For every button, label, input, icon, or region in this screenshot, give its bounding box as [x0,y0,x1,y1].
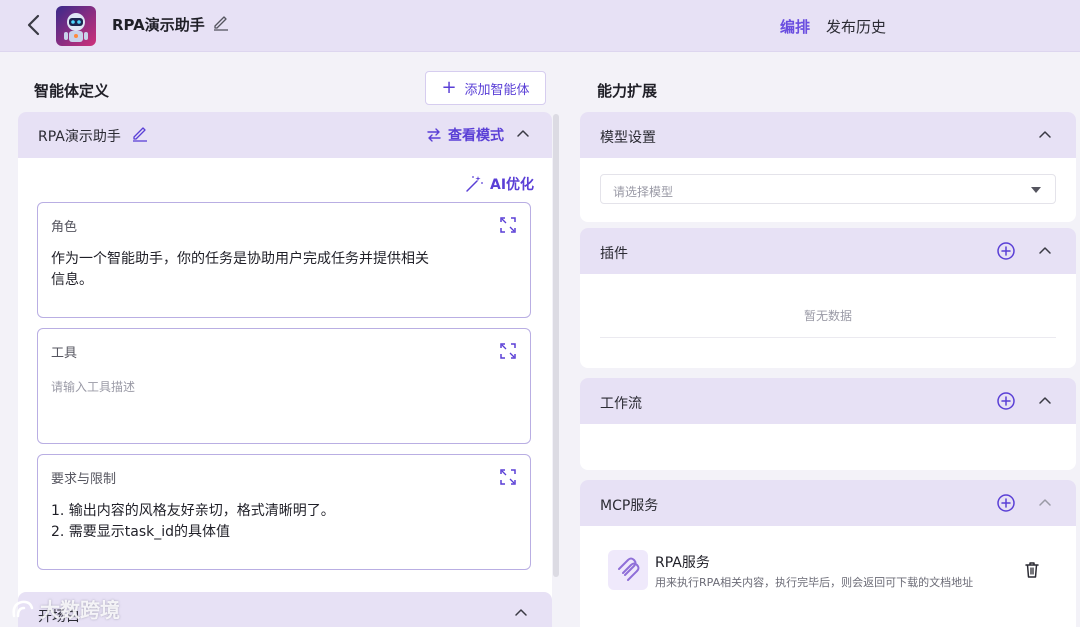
add-circle-icon[interactable] [996,493,1016,513]
edit-title-button[interactable] [212,13,232,33]
pencil-icon [133,127,147,142]
chevron-up-icon[interactable] [1036,392,1054,410]
plugins-header[interactable]: 插件 [580,228,1076,274]
chevron-left-icon [27,14,40,36]
view-mode-label: 查看模式 [448,128,504,144]
model-select[interactable]: 请选择模型 [600,174,1056,204]
add-circle-icon[interactable] [996,391,1016,411]
model-settings-header[interactable]: 模型设置 [580,112,1076,158]
model-settings-panel: 模型设置 请选择模型 [580,112,1076,222]
workflow-title: 工作流 [600,396,642,412]
mcp-service-icon [608,550,648,590]
capability-title: 能力扩展 [597,82,658,100]
chevron-up-icon[interactable] [1036,242,1054,260]
watermark-logo-icon [12,600,34,617]
watermark-text: 大数跨境 [40,598,120,622]
left-scrollbar[interactable] [553,114,559,577]
agent-panel: RPA演示助手 查看模式 AI优化 角色 作为一个智能助手，你的任务是协助用户完… [18,112,552,627]
mcp-service-desc: 用来执行RPA相关内容，执行完毕后，则会返回可下载的文档地址 [655,576,974,589]
add-circle-icon[interactable] [996,241,1016,261]
model-settings-title: 模型设置 [600,130,656,146]
workflow-header[interactable]: 工作流 [580,378,1076,424]
chevron-up-icon[interactable] [1036,494,1054,512]
watermark: 大数跨境 [10,594,120,623]
agent-definition-title: 智能体定义 [34,82,110,100]
requirements-card[interactable]: 要求与限制 1. 输出内容的风格友好亲切，格式清晰明了。 2. 需要显示task… [37,454,531,570]
mcp-service-item[interactable]: RPA服务 用来执行RPA相关内容，执行完毕后，则会返回可下载的文档地址 [608,550,1056,594]
swap-icon [427,128,441,142]
expand-icon[interactable] [498,215,518,235]
chevron-up-icon[interactable] [1036,126,1054,144]
plugins-panel: 插件 暂无数据 [580,228,1076,368]
chevron-up-icon[interactable] [514,125,532,143]
model-select-placeholder: 请选择模型 [613,185,674,199]
role-value: 作为一个智能助手，你的任务是协助用户完成任务并提供相关 信息。 [51,251,429,288]
back-button[interactable] [22,12,44,38]
ai-optimize-button[interactable]: AI优化 [464,174,534,194]
plus-icon: + [441,77,457,98]
expand-icon[interactable] [498,341,518,361]
view-mode-toggle[interactable]: 查看模式 [426,125,504,145]
mcp-panel: MCP服务 RPA服务 用来执行RPA相关内容，执行完毕后，则会返回可下载的文档… [580,480,1076,627]
mcp-title: MCP服务 [600,498,659,514]
role-label: 角色 [51,220,78,235]
top-bar: RPA演示助手 编排 发布历史 [0,0,1080,52]
mcp-logo-icon [618,557,640,581]
tab-publish-history[interactable]: 发布历史 [826,16,886,37]
agent-name: RPA演示助手 [38,129,121,145]
mcp-header[interactable]: MCP服务 [580,480,1076,526]
trash-icon[interactable] [1022,560,1042,580]
tools-card[interactable]: 工具 请输入工具描述 [37,328,531,444]
expand-icon[interactable] [498,467,518,487]
add-agent-button[interactable]: + 添加智能体 [425,71,546,105]
caret-down-icon [1031,187,1041,193]
tab-orchestrate[interactable]: 编排 [780,16,810,37]
plugins-title: 插件 [600,246,628,262]
requirements-label: 要求与限制 [51,472,117,487]
edit-agent-name-button[interactable] [131,124,151,144]
tools-label: 工具 [51,346,78,361]
agent-avatar [56,6,96,46]
plugins-divider [600,337,1056,338]
requirements-value: 1. 输出内容的风格友好亲切，格式清晰明了。 2. 需要显示task_id的具体… [51,503,335,540]
pencil-icon [214,16,228,31]
tools-placeholder: 请输入工具描述 [51,380,136,394]
workflow-panel: 工作流 [580,378,1076,470]
add-agent-label: 添加智能体 [464,82,530,98]
role-card[interactable]: 角色 作为一个智能助手，你的任务是协助用户完成任务并提供相关 信息。 [37,202,531,318]
chevron-up-icon[interactable] [512,604,530,622]
ai-optimize-label: AI优化 [490,177,535,193]
agent-header: RPA演示助手 查看模式 [18,112,552,158]
robot-avatar-icon [56,6,96,46]
plugins-empty-text: 暂无数据 [803,309,852,323]
mcp-service-name: RPA服务 [655,555,710,571]
app-title: RPA演示助手 [112,16,205,34]
magic-wand-icon [466,176,483,192]
